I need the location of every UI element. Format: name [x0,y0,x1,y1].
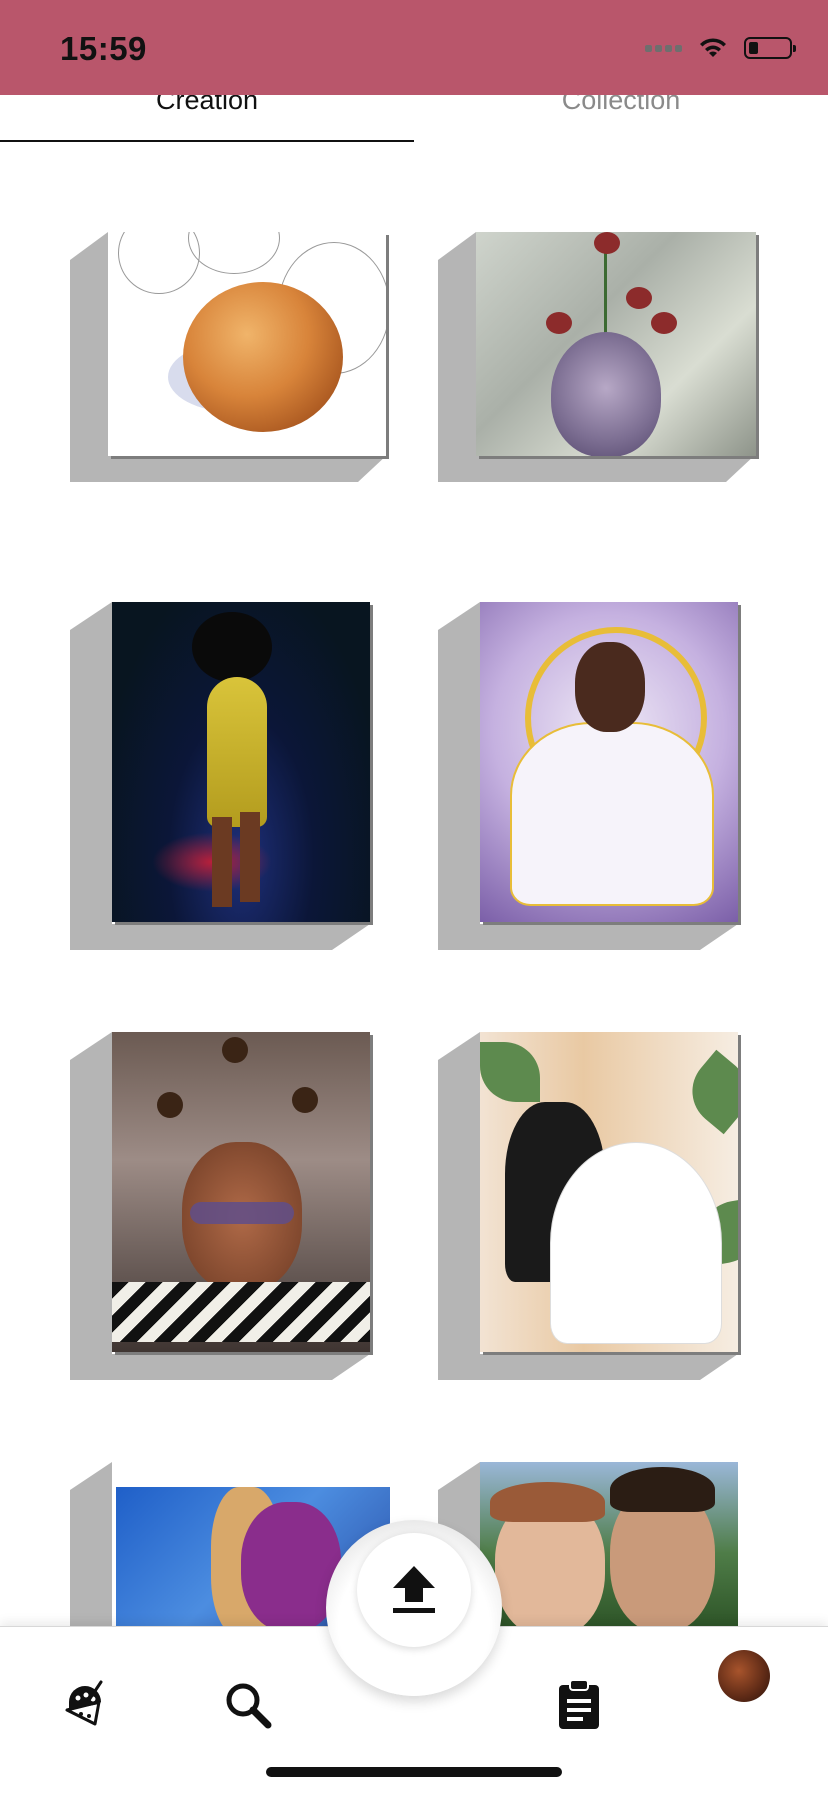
rose-vase-painting [476,232,756,456]
yellow-suit-woman-painting [112,602,370,922]
signal-icon [645,44,682,52]
gold-glasses-portrait-painting [112,1032,370,1352]
smiling-couple-painting [480,1462,738,1627]
upload-button[interactable] [357,1533,471,1647]
status-bar: 15:59 [0,0,828,95]
status-time: 15:59 [60,30,147,67]
home-indicator [266,1767,562,1777]
battery-icon [744,37,796,59]
wedding-couple-painting [480,1032,738,1352]
crossed-arms-portrait-painting [480,602,738,922]
search-icon[interactable] [222,1679,274,1731]
profile-avatar[interactable] [718,1650,770,1702]
upload-icon [393,1566,435,1613]
status-indicators [645,33,796,63]
clipboard-icon[interactable] [553,1679,605,1731]
palette-icon[interactable] [58,1679,110,1731]
wifi-icon [700,38,726,57]
peach-painting [108,232,386,456]
